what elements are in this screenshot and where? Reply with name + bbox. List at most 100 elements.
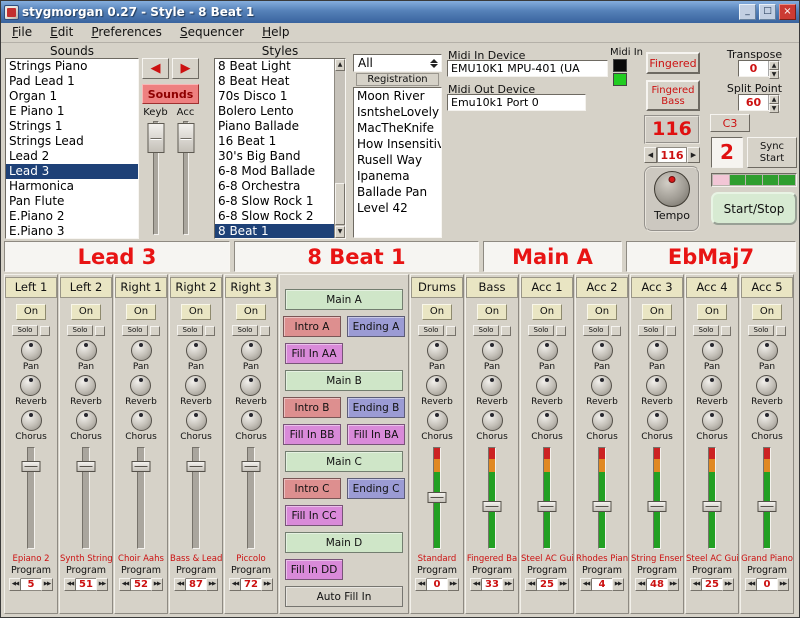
solo-button[interactable]: Solo	[418, 325, 444, 336]
chorus-knob[interactable]	[131, 410, 152, 431]
program-increment-button[interactable]: ▶▶	[151, 578, 163, 591]
title-bar[interactable]: stygmorgan 0.27 - Style - 8 Beat 1 _ □ ×	[1, 1, 799, 23]
tempo-decrement-button[interactable]: ◀	[644, 147, 657, 163]
channel-on-button[interactable]: On	[587, 304, 617, 320]
pan-knob[interactable]	[647, 340, 668, 361]
solo-mini-button[interactable]	[446, 326, 456, 336]
chorus-knob[interactable]	[592, 410, 613, 431]
program-decrement-button[interactable]: ◀◀	[9, 578, 21, 591]
pan-knob[interactable]	[131, 340, 152, 361]
solo-mini-button[interactable]	[501, 326, 511, 336]
solo-mini-button[interactable]	[150, 326, 160, 336]
chorus-knob[interactable]	[702, 410, 723, 431]
registration-item[interactable]: Ipanema	[354, 168, 441, 184]
channel-on-button[interactable]: On	[16, 304, 46, 320]
program-decrement-button[interactable]: ◀◀	[690, 578, 702, 591]
chorus-knob[interactable]	[647, 410, 668, 431]
reverb-knob[interactable]	[185, 375, 206, 396]
program-spinner[interactable]: ◀◀52▶▶	[119, 578, 163, 591]
program-spinner[interactable]: ◀◀87▶▶	[174, 578, 218, 591]
menu-edit[interactable]: Edit	[41, 23, 82, 42]
solo-mini-button[interactable]	[95, 326, 105, 336]
channel-on-button[interactable]: On	[477, 304, 507, 320]
style-item[interactable]: 6-8 Slow Rock 1	[215, 194, 334, 209]
sound-item[interactable]: Harmonica	[6, 179, 138, 194]
reverb-knob[interactable]	[130, 375, 151, 396]
scroll-up-icon[interactable]: ▲	[335, 59, 345, 71]
program-spinner[interactable]: ◀◀25▶▶	[690, 578, 734, 591]
channel-on-button[interactable]: On	[126, 304, 156, 320]
reverb-knob[interactable]	[20, 375, 41, 396]
program-increment-button[interactable]: ▶▶	[502, 578, 514, 591]
program-increment-button[interactable]: ▶▶	[722, 578, 734, 591]
slider-handle[interactable]	[538, 501, 557, 512]
style-button-intro-b[interactable]: Intro B	[283, 397, 341, 418]
sound-item[interactable]: Strings Piano	[6, 59, 138, 74]
program-increment-button[interactable]: ▶▶	[557, 578, 569, 591]
chorus-knob[interactable]	[537, 410, 558, 431]
registration-item[interactable]: How Insensitive	[354, 136, 441, 152]
sound-item[interactable]: Strings Lead	[6, 134, 138, 149]
maximize-button[interactable]: □	[759, 4, 776, 20]
program-decrement-button[interactable]: ◀◀	[580, 578, 592, 591]
program-decrement-button[interactable]: ◀◀	[174, 578, 186, 591]
program-decrement-button[interactable]: ◀◀	[745, 578, 757, 591]
volume-slider[interactable]	[741, 445, 793, 551]
solo-button[interactable]: Solo	[638, 325, 664, 336]
sound-item[interactable]: Lead 2	[6, 149, 138, 164]
solo-button[interactable]: Solo	[232, 325, 258, 336]
menu-preferences[interactable]: Preferences	[82, 23, 171, 42]
style-button-fill-in-aa[interactable]: Fill In AA	[285, 343, 343, 364]
volume-slider[interactable]	[576, 445, 628, 551]
spin-down-icon[interactable]: ▼	[769, 104, 779, 113]
program-spinner[interactable]: ◀◀0▶▶	[415, 578, 459, 591]
fingered-bass-button[interactable]: Fingered Bass	[646, 80, 700, 111]
reverb-knob[interactable]	[646, 375, 667, 396]
style-button-ending-a[interactable]: Ending A	[347, 316, 405, 337]
volume-slider[interactable]	[225, 445, 277, 551]
style-item[interactable]: 6-8 Slow Rock 2	[215, 209, 334, 224]
style-button-main-b[interactable]: Main B	[285, 370, 403, 391]
registration-list[interactable]: Moon RiverIsntsheLovelyMacTheKnifeHow In…	[353, 87, 442, 238]
style-item[interactable]: 70s Disco 1	[215, 89, 334, 104]
spin-up-icon[interactable]: ▲	[769, 61, 779, 70]
slider-handle[interactable]	[77, 461, 96, 472]
reverb-knob[interactable]	[75, 375, 96, 396]
style-button-intro-c[interactable]: Intro C	[283, 478, 341, 499]
program-increment-button[interactable]: ▶▶	[261, 578, 273, 591]
slider-handle[interactable]	[178, 123, 195, 153]
slider-handle[interactable]	[22, 461, 41, 472]
slider-handle[interactable]	[703, 501, 722, 512]
solo-button[interactable]: Solo	[528, 325, 554, 336]
slider-handle[interactable]	[132, 461, 151, 472]
solo-button[interactable]: Solo	[122, 325, 148, 336]
program-decrement-button[interactable]: ◀◀	[229, 578, 241, 591]
sound-item[interactable]: Organ 1	[6, 89, 138, 104]
reverb-knob[interactable]	[701, 375, 722, 396]
style-button-fill-in-cc[interactable]: Fill In CC	[285, 505, 343, 526]
style-button-intro-a[interactable]: Intro A	[283, 316, 341, 337]
volume-slider[interactable]	[170, 445, 222, 551]
program-spinner[interactable]: ◀◀0▶▶	[745, 578, 789, 591]
style-button-ending-c[interactable]: Ending C	[347, 478, 405, 499]
sounds-list[interactable]: Strings PianoPad Lead 1Organ 1E Piano 1S…	[5, 58, 139, 239]
sync-start-button[interactable]: Sync Start	[747, 137, 797, 168]
menu-sequencer[interactable]: Sequencer	[171, 23, 253, 42]
reverb-knob[interactable]	[426, 375, 447, 396]
solo-button[interactable]: Solo	[473, 325, 499, 336]
accompaniment-volume-slider[interactable]	[175, 119, 197, 237]
volume-slider[interactable]	[115, 445, 167, 551]
program-decrement-button[interactable]: ◀◀	[525, 578, 537, 591]
program-spinner[interactable]: ◀◀48▶▶	[635, 578, 679, 591]
reverb-knob[interactable]	[536, 375, 557, 396]
style-item[interactable]: Piano Ballade	[215, 119, 334, 134]
style-item[interactable]: 16 Beat 1	[215, 134, 334, 149]
chorus-knob[interactable]	[21, 410, 42, 431]
registration-item[interactable]: IsntsheLovely	[354, 104, 441, 120]
style-item[interactable]: 6-8 Mod Ballade	[215, 164, 334, 179]
pan-knob[interactable]	[537, 340, 558, 361]
tempo-increment-button[interactable]: ▶	[687, 147, 700, 163]
program-decrement-button[interactable]: ◀◀	[470, 578, 482, 591]
program-increment-button[interactable]: ▶▶	[96, 578, 108, 591]
reverb-knob[interactable]	[240, 375, 261, 396]
